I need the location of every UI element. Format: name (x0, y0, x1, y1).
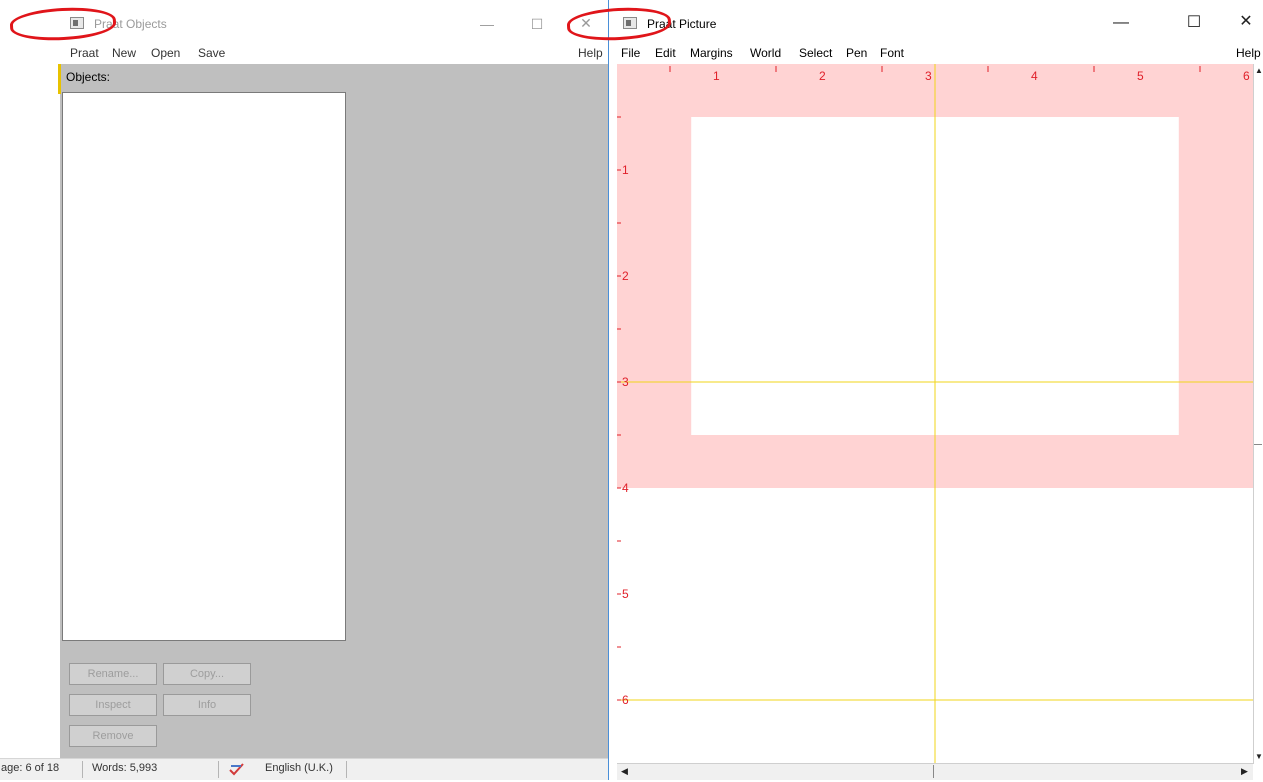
menu-select[interactable]: Select (799, 46, 832, 60)
rename-button[interactable]: Rename... (69, 663, 157, 685)
spellcheck-icon[interactable] (228, 761, 246, 782)
title-bar[interactable]: Praat Objects — ☐ ✕ (60, 0, 613, 42)
edge-marker (58, 64, 61, 94)
close-button[interactable]: ✕ (1231, 14, 1261, 30)
info-button[interactable]: Info (163, 694, 251, 716)
status-separator (82, 761, 83, 778)
scroll-thumb[interactable] (933, 765, 934, 778)
menu-praat[interactable]: Praat (70, 46, 99, 60)
copy-button[interactable]: Copy... (163, 663, 251, 685)
praat-picture-window: Praat Picture — ☐ ✕ File Edit Margins Wo… (613, 0, 1263, 780)
menu-help[interactable]: Help (578, 46, 603, 60)
menu-world[interactable]: World (750, 46, 781, 60)
scroll-right-icon[interactable]: ▶ (1241, 766, 1248, 777)
minimize-button[interactable]: — (472, 17, 502, 31)
remove-button[interactable]: Remove (69, 725, 157, 747)
menu-file[interactable]: File (621, 46, 640, 60)
ruler-top-label: 6 (1243, 69, 1250, 83)
ruler-left-label: 4 (622, 481, 629, 495)
ruler-left-label: 6 (622, 693, 629, 707)
ruler-top-label: 2 (819, 69, 826, 83)
scroll-left-icon[interactable]: ◀ (621, 766, 628, 777)
menu-edit[interactable]: Edit (655, 46, 676, 60)
scroll-down-icon[interactable]: ▼ (1255, 752, 1263, 761)
ruler-top-label: 1 (713, 69, 720, 83)
vertical-scrollbar[interactable]: ▲ ▼ (1253, 64, 1263, 764)
background-window-edge (0, 0, 58, 758)
status-separator (218, 761, 219, 778)
maximize-button[interactable]: ☐ (522, 17, 552, 31)
language[interactable]: English (U.K.) (265, 762, 333, 774)
menu-bar: Praat New Open Save Help (60, 42, 613, 64)
ruler-top-label: 3 (925, 69, 932, 83)
scroll-up-icon[interactable]: ▲ (1255, 66, 1263, 75)
objects-label: Objects: (66, 70, 111, 84)
menu-new[interactable]: New (112, 46, 136, 60)
inspect-button[interactable]: Inspect (69, 694, 157, 716)
scroll-thumb[interactable] (1254, 444, 1262, 445)
ruler-top-label: 4 (1031, 69, 1038, 83)
praat-objects-window: Praat Objects — ☐ ✕ Praat New Open Save … (0, 0, 613, 780)
title-bar[interactable]: Praat Picture — ☐ ✕ (613, 0, 1263, 42)
menu-margins[interactable]: Margins (690, 46, 733, 60)
ruler-top-label: 5 (1137, 69, 1144, 83)
maximize-button[interactable]: ☐ (1179, 15, 1209, 31)
menu-save[interactable]: Save (198, 46, 225, 60)
picture-canvas[interactable]: 1 2 3 4 5 6 1 2 3 4 5 6 (617, 64, 1253, 764)
ruler-left-label: 3 (622, 375, 629, 389)
menu-open[interactable]: Open (151, 46, 180, 60)
word-statusbar: age: 6 of 18 Words: 5,993 English (U.K.) (0, 758, 613, 780)
page-count[interactable]: age: 6 of 18 (1, 762, 59, 774)
menu-help[interactable]: Help (1236, 46, 1261, 60)
ruler-left-label: 1 (622, 163, 629, 177)
horizontal-scrollbar[interactable]: ◀ ▶ (617, 763, 1253, 780)
objects-list[interactable] (62, 92, 346, 641)
ruler-left-label: 2 (622, 269, 629, 283)
ruler-left-label: 5 (622, 587, 629, 601)
minimize-button[interactable]: — (1106, 15, 1136, 31)
menu-bar: File Edit Margins World Select Pen Font … (613, 42, 1263, 64)
menu-pen[interactable]: Pen (846, 46, 867, 60)
status-separator (346, 761, 347, 778)
word-count[interactable]: Words: 5,993 (92, 762, 157, 774)
menu-font[interactable]: Font (880, 46, 904, 60)
